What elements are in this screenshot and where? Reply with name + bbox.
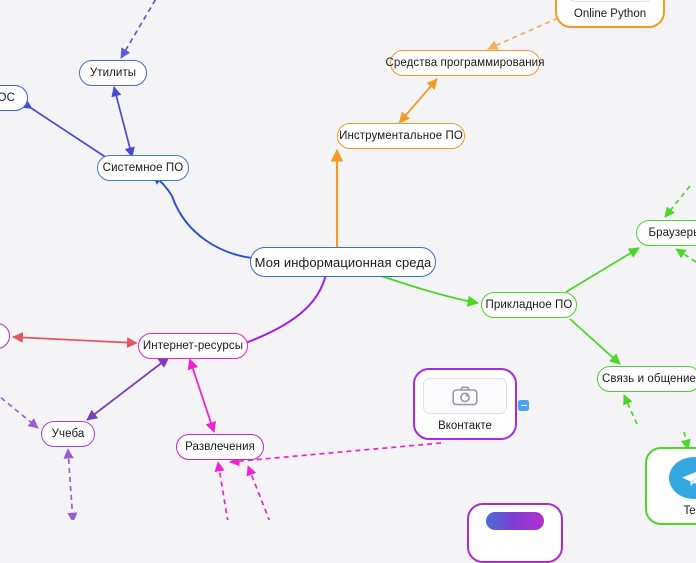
node-internet-resources-label: Интернет-ресурсы bbox=[142, 340, 244, 352]
edge-fun-instagram bbox=[214, 461, 229, 520]
collapse-badge-icon[interactable] bbox=[518, 400, 529, 411]
telegram-icon bbox=[669, 457, 696, 499]
node-instrumental-software-label: Инструментальное ПО bbox=[339, 130, 463, 142]
edge-central-system bbox=[151, 173, 253, 259]
card-online-python[interactable]: Online Python bbox=[555, 0, 665, 28]
node-applied-software-label: Прикладное ПО bbox=[485, 299, 573, 311]
edge-internet-fun bbox=[187, 358, 216, 433]
node-os-label: ОС bbox=[0, 92, 15, 104]
card-online-python-caption: Online Python bbox=[573, 8, 647, 20]
node-applied-software[interactable]: Прикладное ПО bbox=[481, 292, 577, 318]
node-communication-label: Связь и общение bbox=[602, 373, 696, 385]
node-internet-resources[interactable]: Интернет-ресурсы bbox=[138, 333, 248, 359]
node-entertainment[interactable]: Развлечения bbox=[176, 434, 264, 460]
edge-applied-comms bbox=[569, 318, 621, 365]
node-utility-label: Утилиты bbox=[89, 67, 137, 79]
node-entertainment-label: Развлечения bbox=[185, 441, 255, 453]
edge-progtools-online-python bbox=[487, 17, 559, 50]
edge-offscreen-utility bbox=[120, 0, 157, 59]
image-placeholder-icon bbox=[423, 378, 507, 414]
node-browsers[interactable]: Браузеры bbox=[636, 220, 696, 246]
edge-instrument-progtools bbox=[398, 78, 438, 124]
edge-browser-item-2 bbox=[675, 248, 696, 263]
node-system-software-label: Системное ПО bbox=[102, 162, 184, 174]
card-instagram[interactable] bbox=[467, 503, 563, 563]
node-instrumental-software[interactable]: Инструментальное ПО bbox=[337, 123, 465, 149]
edge-central-internet bbox=[227, 273, 327, 350]
node-left-edge-partial[interactable] bbox=[0, 323, 10, 349]
node-os[interactable]: ОС bbox=[0, 85, 28, 111]
edge-system-utility bbox=[111, 86, 135, 158]
card-telegram-caption: Tele bbox=[683, 505, 696, 517]
instagram-icon bbox=[486, 512, 544, 530]
card-vkontakte-caption: Вконтакте bbox=[438, 420, 492, 432]
edge-internet-leftnode bbox=[12, 332, 138, 348]
node-study[interactable]: Учеба bbox=[41, 421, 95, 447]
node-browsers-label: Браузеры bbox=[648, 227, 696, 239]
mindmap-canvas[interactable]: Моя информационная среда Утилиты ОС Сист… bbox=[0, 0, 696, 563]
edge-applied-browsers bbox=[565, 247, 640, 293]
node-central[interactable]: Моя информационная среда bbox=[250, 247, 436, 277]
node-programming-tools[interactable]: Средства программирования bbox=[385, 50, 544, 76]
edge-internet-study bbox=[86, 356, 170, 421]
node-study-label: Учеба bbox=[51, 428, 85, 440]
card-vkontakte[interactable]: Вконтакте bbox=[413, 368, 517, 440]
node-system-software[interactable]: Системное ПО bbox=[97, 155, 189, 181]
edge-system-os bbox=[21, 99, 121, 170]
image-placeholder-icon bbox=[568, 0, 652, 2]
edge-browser-item bbox=[664, 185, 691, 218]
edge-fun-extra bbox=[246, 465, 271, 520]
edge-study-left bbox=[0, 395, 39, 429]
node-programming-tools-label: Средства программирования bbox=[385, 57, 545, 69]
node-communication[interactable]: Связь и общение bbox=[597, 366, 696, 392]
edge-study-below bbox=[63, 448, 78, 520]
node-central-label: Моя информационная среда bbox=[254, 254, 432, 270]
edge-comms-telegram bbox=[623, 394, 638, 425]
card-telegram[interactable]: Tele bbox=[645, 447, 696, 525]
node-utility[interactable]: Утилиты bbox=[79, 60, 147, 86]
